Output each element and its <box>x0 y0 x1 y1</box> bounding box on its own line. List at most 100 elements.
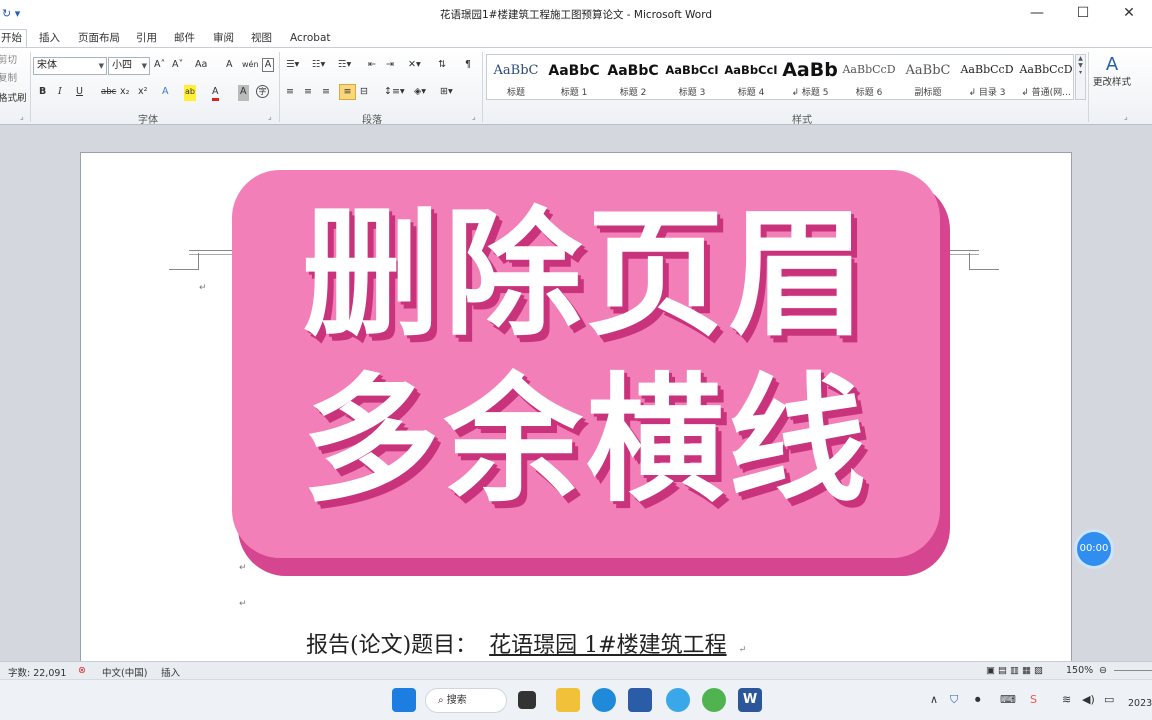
tab-review[interactable]: 审阅 <box>213 30 234 46</box>
style-heading-4[interactable]: AaBbCcI 标题 4 <box>722 55 780 101</box>
clipboard-launcher-icon[interactable]: ⌟ <box>20 112 24 121</box>
browser-icon[interactable] <box>702 688 726 712</box>
align-center-icon[interactable]: ≡ <box>304 85 312 101</box>
style-heading-1[interactable]: AaBbC 标题 1 <box>545 55 603 101</box>
report-title-value: 花语璟园 1#楼建筑工程 <box>489 633 727 658</box>
wifi-icon[interactable]: ≋ <box>1062 693 1071 706</box>
subscript-button[interactable]: x₂ <box>120 85 129 101</box>
margin-marker <box>169 269 199 270</box>
zoom-slider[interactable] <box>1114 670 1152 671</box>
group-separator <box>279 52 280 122</box>
font-color-button[interactable]: A <box>212 85 219 101</box>
font-size-combo[interactable]: 小四 ▼ <box>108 57 150 75</box>
insert-mode-indicator[interactable]: 插入 <box>161 665 180 679</box>
tab-references[interactable]: 引用 <box>136 30 157 46</box>
style-heading-2[interactable]: AaBbC 标题 2 <box>604 55 662 101</box>
word-icon[interactable]: W <box>738 688 762 712</box>
sort-icon[interactable]: ⇅ <box>438 58 446 74</box>
input-method-icon[interactable]: ⌨ <box>1000 693 1016 706</box>
maximize-button[interactable]: ☐ <box>1060 0 1106 28</box>
char-shading-button[interactable]: A <box>238 85 249 101</box>
battery-icon[interactable]: ▭ <box>1104 693 1114 706</box>
word-count[interactable]: 字数: 22,091 <box>8 665 66 679</box>
style-heading-6[interactable]: AaBbCcD 标题 6 <box>840 55 898 101</box>
clear-format-button[interactable]: A <box>226 58 233 74</box>
shield-icon[interactable]: ⛉ <box>950 693 958 707</box>
align-right-icon[interactable]: ≡ <box>322 85 330 101</box>
style-normal-web[interactable]: AaBbCcD ↲ 普通(网... <box>1017 55 1075 101</box>
sogou-icon[interactable]: S <box>1030 693 1037 706</box>
styles-gallery-scroll[interactable]: ▲ ▼ ▾ <box>1075 54 1086 100</box>
increase-indent-icon[interactable]: ⇥ <box>386 58 394 74</box>
align-left-icon[interactable]: ≡ <box>286 85 294 101</box>
bullets-icon[interactable]: ☰▾ <box>286 58 299 74</box>
style-heading-5[interactable]: AaBb ↲ 标题 5 <box>781 55 839 101</box>
tab-view[interactable]: 视图 <box>251 30 272 46</box>
ie-icon[interactable] <box>666 688 690 712</box>
chevron-up-icon[interactable]: ∧ <box>930 693 938 706</box>
store-icon[interactable] <box>628 688 652 712</box>
style-heading-3[interactable]: AaBbCcI 标题 3 <box>663 55 721 101</box>
close-button[interactable]: ✕ <box>1106 0 1152 28</box>
minimize-button[interactable]: — <box>1014 0 1060 28</box>
style-title[interactable]: AaBbC 标题 <box>487 55 545 101</box>
styles-launcher-icon[interactable]: ⌟ <box>1124 112 1128 121</box>
zoom-out-icon[interactable]: ⊖ <box>1099 665 1107 676</box>
bold-button[interactable]: B <box>39 85 46 101</box>
start-icon[interactable] <box>392 688 416 712</box>
highlight-button[interactable]: ab <box>184 85 196 101</box>
tab-page-layout[interactable]: 页面布局 <box>78 30 120 46</box>
report-title-line: 报告(论文)题目： 花语璟园 1#楼建筑工程 ↵ <box>306 633 747 658</box>
chinese-layout-icon[interactable]: ✕▾ <box>408 58 421 74</box>
char-border-button[interactable]: A <box>262 58 274 72</box>
copy-button[interactable]: 复制 <box>0 72 17 88</box>
underline-button[interactable]: U <box>76 85 83 101</box>
language-indicator[interactable]: 中文(中国) <box>102 665 147 679</box>
pinyin-button[interactable]: wén <box>242 58 259 74</box>
text-effects-button[interactable]: A <box>162 85 169 101</box>
cut-button[interactable]: 剪切 <box>0 54 17 70</box>
zoom-level[interactable]: 150% <box>1066 665 1093 676</box>
superscript-button[interactable]: x² <box>138 85 147 101</box>
group-separator <box>482 52 483 122</box>
edge-icon[interactable] <box>592 688 616 712</box>
proofing-icon[interactable]: ⊗ <box>78 665 86 676</box>
tab-home[interactable]: 开始 <box>0 29 27 47</box>
grow-font-button[interactable]: A˄ <box>154 58 165 74</box>
task-view-icon[interactable] <box>518 691 536 709</box>
enclose-char-button[interactable]: 字 <box>256 85 269 98</box>
borders-icon[interactable]: ⊞▾ <box>440 85 453 101</box>
taskbar-search[interactable]: ⌕ 搜索 <box>425 688 507 713</box>
numbering-icon[interactable]: ☷▾ <box>312 58 325 74</box>
paragraph-launcher-icon[interactable]: ⌟ <box>472 112 476 121</box>
justify-icon[interactable]: ≡ <box>339 84 356 100</box>
font-name-combo[interactable]: 宋体 ▼ <box>33 57 107 75</box>
file-explorer-icon[interactable] <box>556 688 580 712</box>
show-marks-icon[interactable]: ¶ <box>465 58 471 74</box>
recording-timer[interactable]: 00:00 <box>1074 529 1114 569</box>
italic-button[interactable]: I <box>58 85 62 101</box>
tab-mailings[interactable]: 邮件 <box>174 30 195 46</box>
decrease-indent-icon[interactable]: ⇤ <box>368 58 376 74</box>
ribbon: 剪切 复制 格式刷 ⌟ 宋体 ▼ 小四 ▼ A˄ A˅ Aa A wén A B I… <box>0 47 1152 126</box>
tab-acrobat[interactable]: Acrobat <box>290 30 331 46</box>
style-toc-3[interactable]: AaBbCcD ↲ 目录 3 <box>958 55 1016 101</box>
font-launcher-icon[interactable]: ⌟ <box>268 112 272 121</box>
multilevel-list-icon[interactable]: ☶▾ <box>338 58 351 74</box>
margin-marker <box>198 253 199 269</box>
search-icon: ⌕ <box>438 695 447 706</box>
line-spacing-icon[interactable]: ↕≡▾ <box>384 85 405 101</box>
microphone-icon[interactable]: ⏺ <box>975 693 981 707</box>
volume-icon[interactable]: ◀) <box>1082 693 1095 706</box>
shading-icon[interactable]: ◈▾ <box>414 85 426 101</box>
format-painter-button[interactable]: 格式刷 <box>0 92 27 108</box>
distributed-icon[interactable]: ⊟ <box>360 85 368 101</box>
strikethrough-button[interactable]: abc <box>101 85 116 101</box>
change-styles-button[interactable]: A 更改样式 <box>1092 54 1132 98</box>
style-subtitle[interactable]: AaBbC 副标题 <box>899 55 957 101</box>
change-case-button[interactable]: Aa <box>195 58 207 74</box>
tab-insert[interactable]: 插入 <box>39 30 60 46</box>
shrink-font-button[interactable]: A˅ <box>172 58 183 74</box>
view-buttons-icon[interactable]: ▣ ▤ ▥ ▦ ▧ <box>986 665 1043 676</box>
group-separator <box>30 52 31 122</box>
